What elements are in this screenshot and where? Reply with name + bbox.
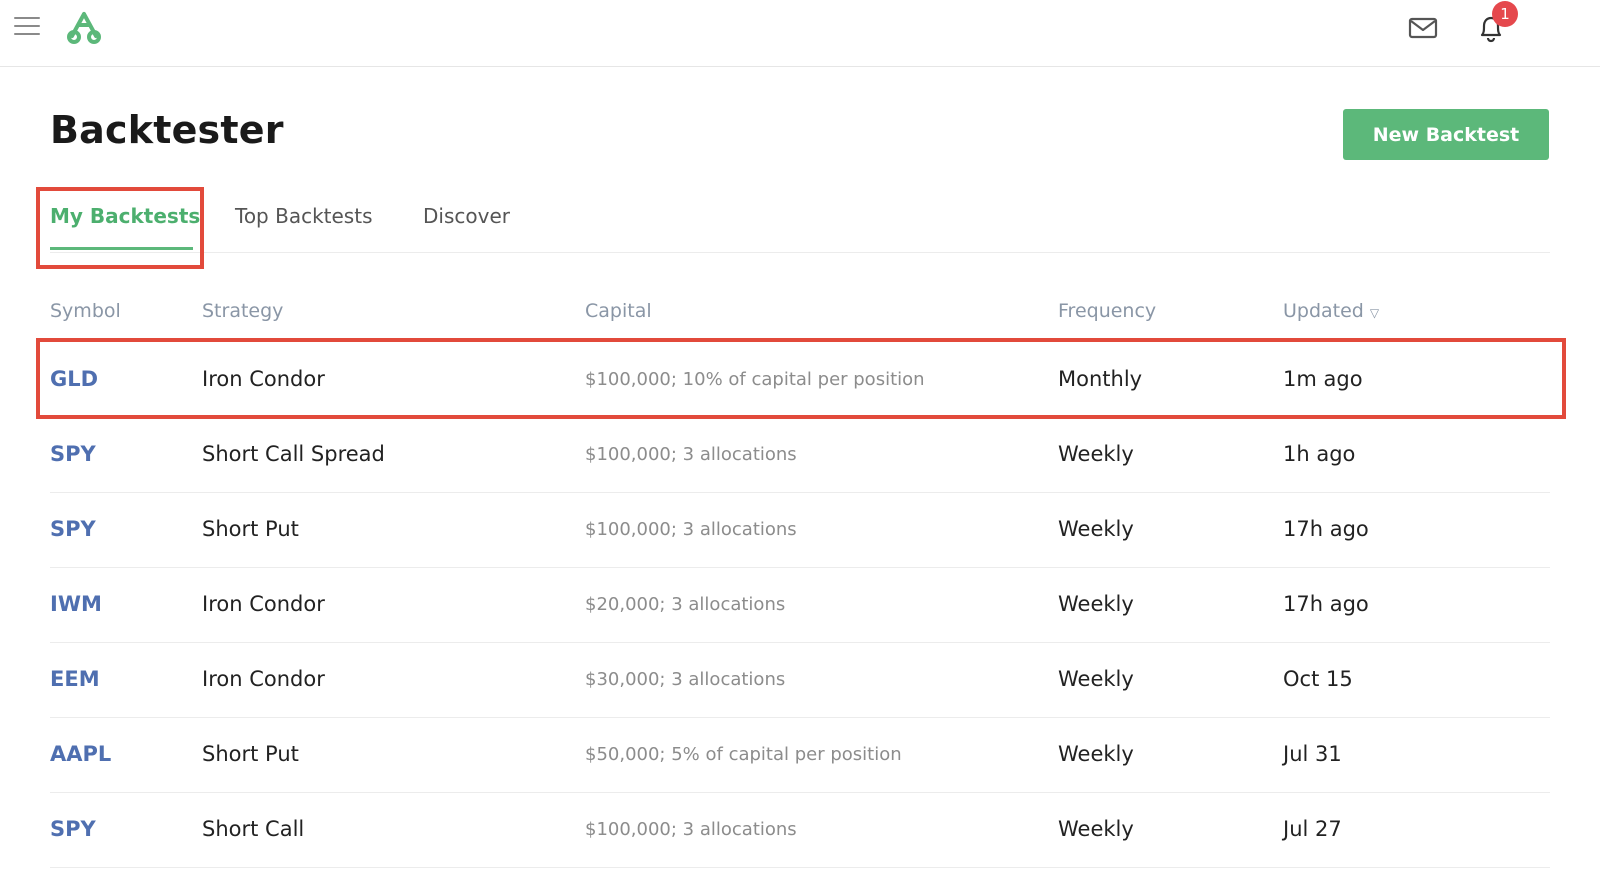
row-strategy: Iron Condor <box>202 592 325 616</box>
table-row[interactable]: SPY Short Put $100,000; 3 allocations We… <box>50 492 1550 568</box>
row-strategy: Short Put <box>202 517 299 541</box>
table-row[interactable]: EEM Iron Condor $30,000; 3 allocations W… <box>50 642 1550 718</box>
notification-badge: 1 <box>1492 1 1518 27</box>
tab-bar: My Backtests Top Backtests Discover <box>50 190 1550 253</box>
page-title: Backtester <box>50 108 284 152</box>
row-capital: $20,000; 3 allocations <box>585 594 786 615</box>
table-row[interactable]: GLD Iron Condor $100,000; 10% of capital… <box>50 342 1550 418</box>
row-capital: $50,000; 5% of capital per position <box>585 744 902 765</box>
row-symbol[interactable]: GLD <box>50 342 98 417</box>
row-frequency: Weekly <box>1058 742 1134 766</box>
tab-discover[interactable]: Discover <box>423 204 510 228</box>
header-updated-label: Updated <box>1283 300 1364 322</box>
header-symbol[interactable]: Symbol <box>50 300 121 322</box>
logo-icon[interactable] <box>64 10 104 46</box>
row-updated: Jul 31 <box>1283 742 1342 766</box>
row-updated: Jul 27 <box>1283 817 1342 841</box>
row-updated: 1m ago <box>1283 367 1363 391</box>
table-row[interactable]: AAPL Short Put $50,000; 5% of capital pe… <box>50 717 1550 793</box>
new-backtest-button[interactable]: New Backtest <box>1343 109 1549 160</box>
row-capital: $100,000; 3 allocations <box>585 519 797 540</box>
table-header: Symbol Strategy Capital Frequency Update… <box>0 300 1600 330</box>
row-strategy: Short Call Spread <box>202 442 385 466</box>
row-frequency: Weekly <box>1058 517 1134 541</box>
row-capital: $100,000; 3 allocations <box>585 819 797 840</box>
row-symbol[interactable]: SPY <box>50 792 96 867</box>
row-capital: $30,000; 3 allocations <box>585 669 786 690</box>
row-capital: $100,000; 3 allocations <box>585 444 797 465</box>
tab-top-backtests[interactable]: Top Backtests <box>235 204 373 228</box>
header-updated[interactable]: Updated ▽ <box>1283 300 1379 322</box>
row-strategy: Short Put <box>202 742 299 766</box>
row-symbol[interactable]: SPY <box>50 492 96 567</box>
row-updated: 1h ago <box>1283 442 1356 466</box>
row-frequency: Weekly <box>1058 442 1134 466</box>
row-frequency: Weekly <box>1058 592 1134 616</box>
top-navbar: 1 <box>0 0 1600 67</box>
row-updated: 17h ago <box>1283 517 1369 541</box>
header-frequency[interactable]: Frequency <box>1058 300 1156 322</box>
row-frequency: Monthly <box>1058 367 1143 391</box>
row-strategy: Iron Condor <box>202 667 325 691</box>
table-row[interactable]: SPY Short Call Spread $100,000; 3 alloca… <box>50 417 1550 493</box>
table-row[interactable]: SPY Short Call $100,000; 3 allocations W… <box>50 792 1550 868</box>
menu-icon[interactable] <box>14 17 40 39</box>
row-updated: Oct 15 <box>1283 667 1353 691</box>
tab-my-backtests[interactable]: My Backtests <box>50 204 200 228</box>
mail-icon[interactable] <box>1408 15 1438 41</box>
row-symbol[interactable]: EEM <box>50 642 100 717</box>
header-capital[interactable]: Capital <box>585 300 652 322</box>
row-symbol[interactable]: SPY <box>50 417 96 492</box>
sort-down-icon[interactable]: ▽ <box>1370 306 1379 320</box>
row-updated: 17h ago <box>1283 592 1369 616</box>
row-capital: $100,000; 10% of capital per position <box>585 369 925 390</box>
row-strategy: Short Call <box>202 817 305 841</box>
row-symbol[interactable]: IWM <box>50 567 102 642</box>
active-tab-underline <box>50 247 193 250</box>
header-strategy[interactable]: Strategy <box>202 300 283 322</box>
row-frequency: Weekly <box>1058 817 1134 841</box>
row-strategy: Iron Condor <box>202 367 325 391</box>
table-row[interactable]: IWM Iron Condor $20,000; 3 allocations W… <box>50 567 1550 643</box>
row-frequency: Weekly <box>1058 667 1134 691</box>
row-symbol[interactable]: AAPL <box>50 717 111 792</box>
